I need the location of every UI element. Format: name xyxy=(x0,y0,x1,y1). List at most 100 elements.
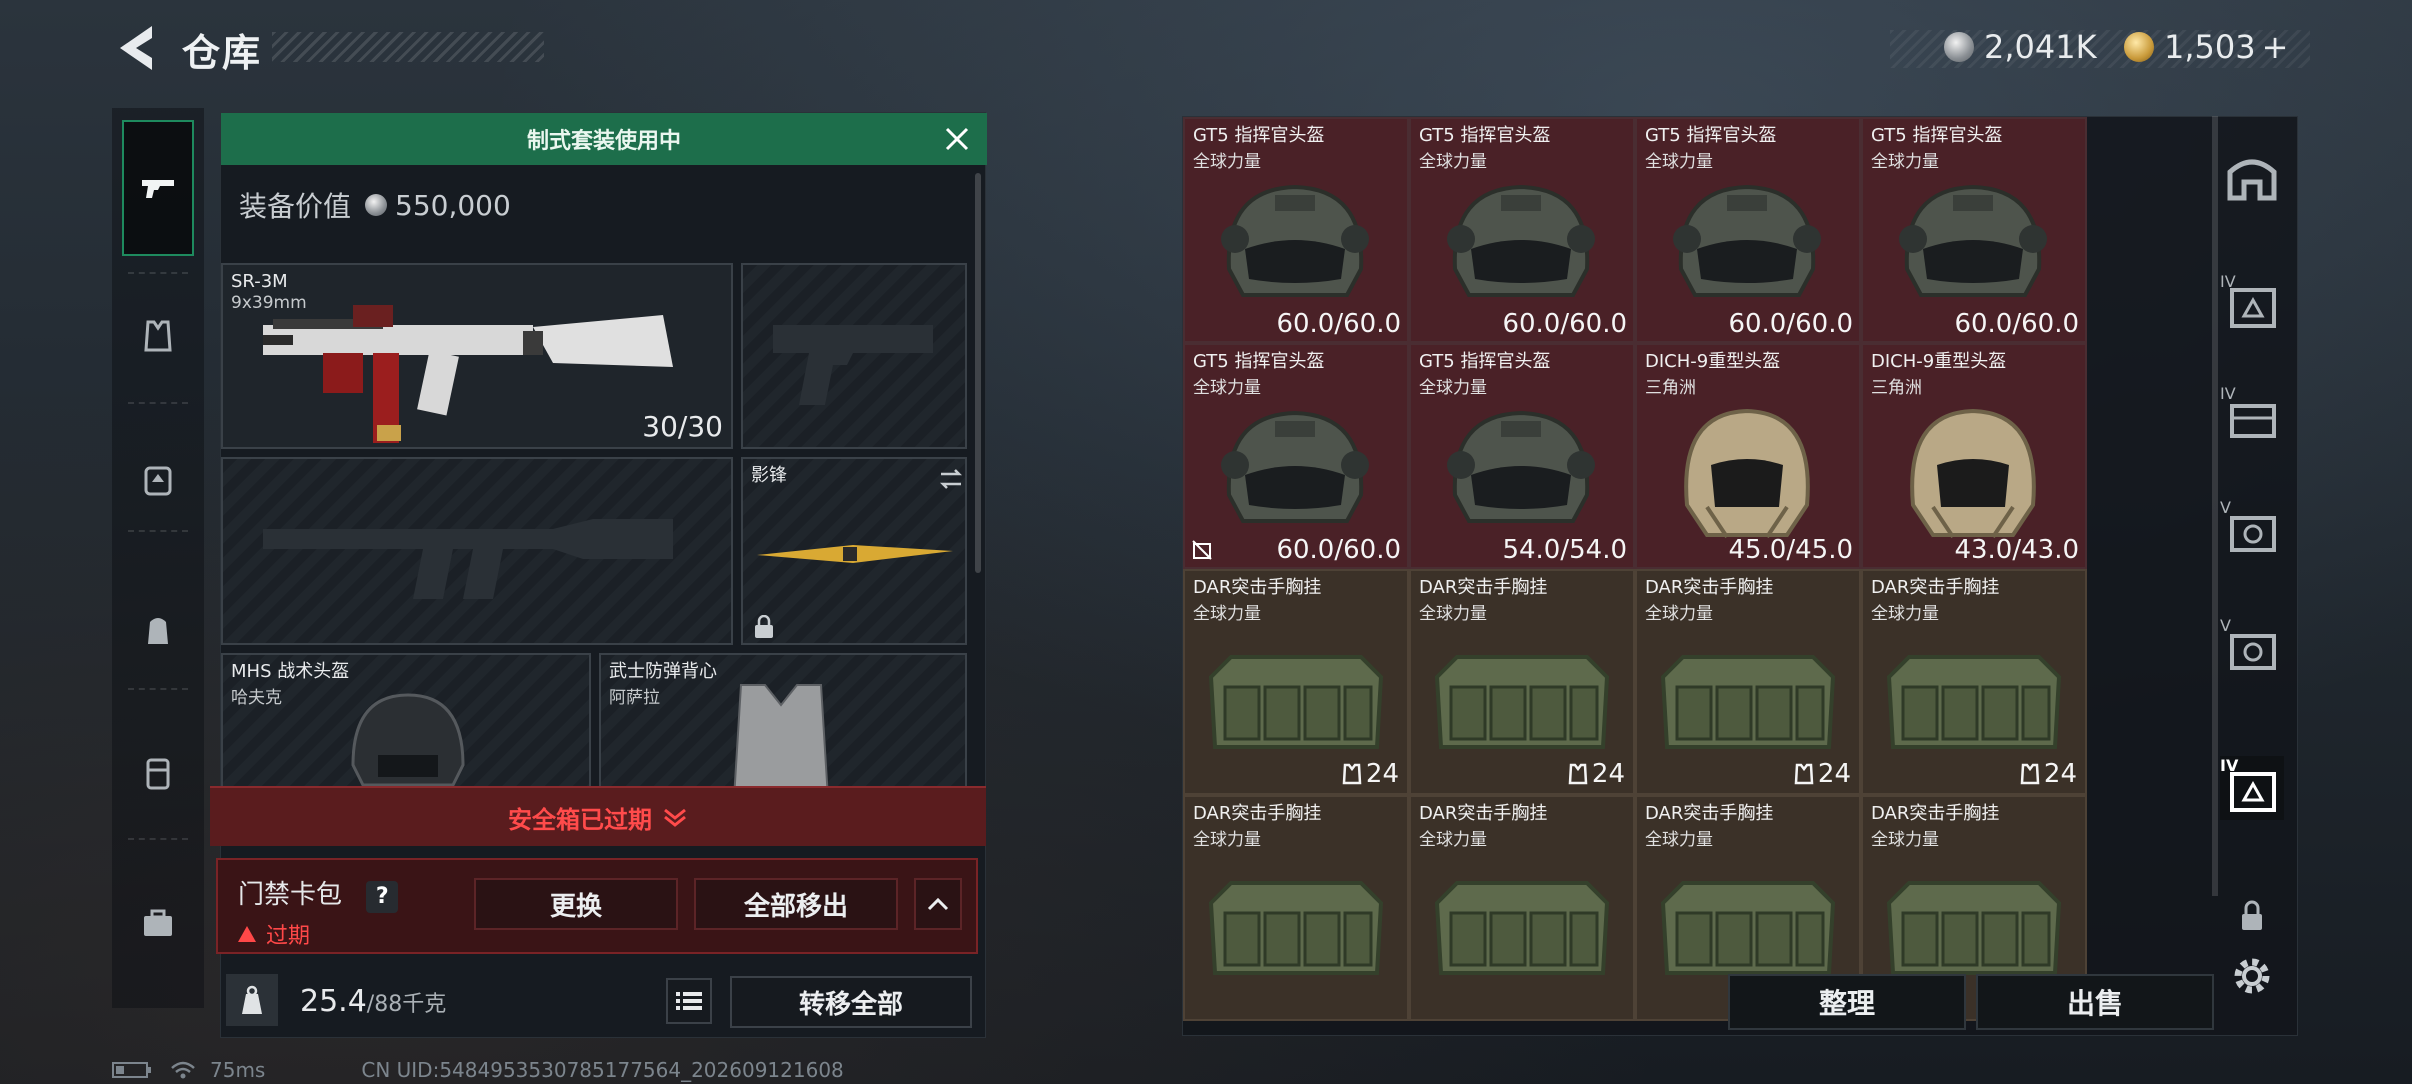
item-faction: 全球力量 xyxy=(1871,152,1939,172)
item-capacity: 24 xyxy=(1342,759,1399,789)
storage-item-5[interactable]: GT5 指挥官头盔 全球力量 54.0/54.0 xyxy=(1409,343,1635,569)
list-icon xyxy=(676,992,702,1010)
storage-item-1[interactable]: GT5 指挥官头盔 全球力量 60.0/60.0 xyxy=(1409,117,1635,343)
storage-page-4[interactable]: V xyxy=(2220,616,2284,680)
back-arrow-icon[interactable] xyxy=(112,22,160,74)
list-view-button[interactable] xyxy=(666,978,712,1024)
sidearm-slot-empty[interactable] xyxy=(741,263,967,449)
nav-helmet-case[interactable] xyxy=(122,444,194,516)
storage-item-10[interactable]: DAR突击手胸挂 全球力量 24 xyxy=(1635,569,1861,795)
storage-item-7[interactable]: DICH-9重型头盔 三角洲 43.0/43.0 xyxy=(1861,343,2087,569)
toolbox-icon xyxy=(144,909,172,936)
item-durability: 45.0/45.0 xyxy=(1728,535,1853,565)
settings-gear-icon[interactable] xyxy=(2228,952,2276,1000)
item-name: DAR突击手胸挂 xyxy=(1193,803,1322,824)
vest-capacity-icon xyxy=(1342,763,1362,785)
nav-toolbox[interactable] xyxy=(122,888,194,960)
storage-page-3[interactable]: V xyxy=(2220,498,2284,562)
helmet-icon xyxy=(1883,169,2063,323)
silver-coin-icon xyxy=(365,194,388,216)
storage-item-8[interactable]: DAR突击手胸挂 全球力量 24 xyxy=(1183,569,1409,795)
sort-button[interactable]: 整理 xyxy=(1728,974,1966,1030)
weight-row: 25.4/88千克 转移全部 xyxy=(216,970,986,1030)
capacity-value: 24 xyxy=(1817,759,1851,789)
chest-rig-icon xyxy=(1653,863,1843,987)
gold-add-button[interactable]: + xyxy=(2262,28,2289,66)
banner-text: 制式套装使用中 xyxy=(526,129,681,154)
item-faction: 全球力量 xyxy=(1419,604,1487,624)
armor-faction: 阿萨拉 xyxy=(609,688,660,708)
gold-currency[interactable]: 1,503 + xyxy=(2124,26,2288,68)
storage-page-5-active[interactable]: IV xyxy=(2220,756,2284,820)
item-durability: 60.0/60.0 xyxy=(1728,309,1853,339)
gear-box-icon xyxy=(2230,634,2276,670)
replace-button[interactable]: 更换 xyxy=(474,878,678,930)
no-insurance-icon xyxy=(1191,539,1213,561)
help-button[interactable]: ? xyxy=(366,881,399,913)
close-icon[interactable] xyxy=(941,123,973,155)
melee-slot[interactable]: 影锋 xyxy=(741,457,967,645)
storage-item-6[interactable]: DICH-9重型头盔 三角洲 45.0/45.0 xyxy=(1635,343,1861,569)
nav-separator xyxy=(128,402,188,404)
storage-item-12[interactable]: DAR突击手胸挂 全球力量 xyxy=(1183,795,1409,1021)
item-name: DAR突击手胸挂 xyxy=(1193,577,1322,598)
sell-button[interactable]: 出售 xyxy=(1976,974,2214,1030)
collapse-button[interactable] xyxy=(914,878,962,930)
item-durability: 60.0/60.0 xyxy=(1954,309,2079,339)
nav-container[interactable] xyxy=(122,738,194,810)
storage-item-9[interactable]: DAR突击手胸挂 全球力量 24 xyxy=(1409,569,1635,795)
helmet-icon xyxy=(1431,169,1611,323)
storage-item-2[interactable]: GT5 指挥官头盔 全球力量 60.0/60.0 xyxy=(1635,117,1861,343)
vest-capacity-icon xyxy=(1568,763,1588,785)
backpack-icon xyxy=(148,618,168,644)
item-durability: 60.0/60.0 xyxy=(1276,535,1401,565)
weight-current: 25.4 xyxy=(300,984,367,1019)
primary-weapon-slot[interactable]: SR-3M 9x39mm 30/30 xyxy=(221,263,733,449)
warning-icon xyxy=(238,926,256,942)
nav-separator xyxy=(128,838,188,840)
item-faction: 全球力量 xyxy=(1419,152,1487,172)
swap-icon[interactable] xyxy=(939,467,963,491)
keycard-status-text: 过期 xyxy=(266,924,311,949)
item-faction: 全球力量 xyxy=(1645,152,1713,172)
nav-backpack[interactable] xyxy=(122,594,194,666)
remove-all-button[interactable]: 全部移出 xyxy=(694,878,898,930)
transfer-all-button[interactable]: 转移全部 xyxy=(730,976,972,1028)
storage-home-icon[interactable] xyxy=(2220,146,2284,210)
title-decoration xyxy=(272,32,544,62)
lock-icon xyxy=(755,615,773,638)
storage-page-1[interactable]: IV xyxy=(2220,272,2284,336)
item-faction: 全球力量 xyxy=(1419,378,1487,398)
chest-rig-icon xyxy=(1201,863,1391,987)
container-icon xyxy=(146,758,170,790)
silver-coin-icon xyxy=(1944,32,1974,62)
nav-separator xyxy=(128,530,188,532)
ping-text: 75ms xyxy=(210,1058,266,1082)
weight-display: 25.4/88千克 xyxy=(300,984,446,1019)
loadout-scrollbar[interactable] xyxy=(975,173,981,573)
nav-separator xyxy=(128,272,188,274)
item-capacity: 24 xyxy=(1794,759,1851,789)
value-label: 装备价值 xyxy=(239,190,352,223)
keycard-status: 过期 xyxy=(238,918,310,950)
safebox-expired-bar[interactable]: 安全箱已过期 xyxy=(210,786,986,846)
item-durability: 60.0/60.0 xyxy=(1502,309,1627,339)
nav-armor[interactable] xyxy=(122,300,194,372)
item-name: DAR突击手胸挂 xyxy=(1871,803,2000,824)
secondary-weapon-slot-empty[interactable] xyxy=(221,457,733,645)
item-name: GT5 指挥官头盔 xyxy=(1645,125,1777,146)
page-title: 仓库 xyxy=(182,31,263,75)
storage-item-3[interactable]: GT5 指挥官头盔 全球力量 60.0/60.0 xyxy=(1861,117,2087,343)
storage-item-11[interactable]: DAR突击手胸挂 全球力量 24 xyxy=(1861,569,2087,795)
storage-page-2[interactable]: IV xyxy=(2220,384,2284,448)
storage-item-4[interactable]: GT5 指挥官头盔 全球力量 60.0/60.0 xyxy=(1183,343,1409,569)
gold-amount: 1,503 xyxy=(2164,28,2256,66)
nav-weapons[interactable] xyxy=(122,120,194,256)
loadout-value: 装备价值 550,000 xyxy=(239,185,511,225)
double-chevron-down-icon xyxy=(664,808,686,827)
item-faction: 全球力量 xyxy=(1645,830,1713,850)
storage-item-13[interactable]: DAR突击手胸挂 全球力量 xyxy=(1409,795,1635,1021)
storage-item-0[interactable]: GT5 指挥官头盔 全球力量 60.0/60.0 xyxy=(1183,117,1409,343)
uid-text: CN UID:5484953530785177564_202609121608 xyxy=(361,1058,844,1082)
item-name: GT5 指挥官头盔 xyxy=(1193,125,1325,146)
